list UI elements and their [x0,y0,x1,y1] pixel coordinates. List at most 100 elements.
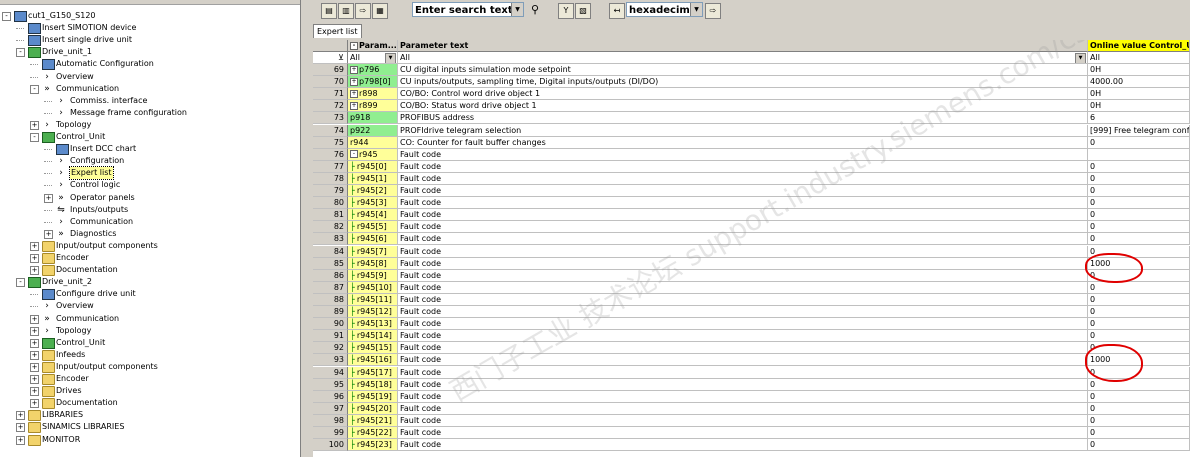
param-number-cell[interactable]: ├ r945[13] [348,318,398,331]
table-row[interactable]: 86 ├ r945[9] Fault code 0 [313,269,1190,282]
online-value-cell[interactable]: 0 [1088,366,1190,379]
param-number-cell[interactable]: ├ r945[15] [348,342,398,355]
online-value-cell[interactable]: 0 [1088,427,1190,439]
param-number-cell[interactable]: ├ r945[21] [348,414,398,427]
tree-node[interactable]: + Encoder [0,373,298,385]
value-filter[interactable]: All [1088,52,1190,64]
param-filter[interactable]: All ▼ [348,52,398,64]
online-value-cell[interactable]: 4000.00 [1088,76,1190,89]
table-row[interactable]: 78 ├ r945[1] Fault code 0 [313,172,1190,185]
online-value-cell[interactable]: 0 [1088,439,1190,452]
online-value-cell[interactable]: 0H [1088,88,1190,101]
online-value-cell[interactable]: 6 [1088,112,1190,125]
table-row[interactable]: 82 ├ r945[5] Fault code 0 [313,221,1190,234]
expand-icon[interactable]: + [30,254,39,263]
online-value-cell[interactable]: 0 [1088,342,1190,355]
tree-node[interactable]: - Drive_unit_1 [0,46,298,59]
number-format-icon[interactable]: ▧ [575,3,591,19]
table-row[interactable]: 80 ├ r945[3] Fault code 0 [313,197,1190,210]
online-value-cell[interactable]: 0 [1088,306,1190,318]
table-row[interactable]: 98 ├ r945[21] Fault code 0 [313,414,1190,427]
tree-node[interactable]: + LIBRARIES [0,409,298,422]
chevron-down-icon[interactable]: ▼ [1075,53,1086,63]
online-value-cell[interactable]: 0 [1088,221,1190,234]
param-number-cell[interactable]: ├ r945[5] [348,221,398,234]
tree-node[interactable]: › Control logic [0,179,298,191]
table-row[interactable]: 95 ├ r945[18] Fault code 0 [313,378,1190,391]
param-number-cell[interactable]: p918 [348,112,398,125]
text-column-header[interactable]: Parameter text [398,40,1088,52]
param-number-cell[interactable]: - r945 [348,148,398,161]
table-row[interactable]: 73 p918 PROFIBUS address 6 [313,112,1190,125]
tree-node[interactable]: + Input/output components [0,361,298,373]
param-number-cell[interactable]: + r898 [348,88,398,101]
table-row[interactable]: 89 ├ r945[12] Fault code 0 [313,306,1190,318]
apply-format-icon[interactable]: ⇨ [705,3,721,19]
param-number-cell[interactable]: ├ r945[10] [348,281,398,294]
chevron-down-icon[interactable]: ▼ [511,3,523,16]
table-row[interactable]: 70 + p798[0] CU inputs/outputs, sampling ti… [313,76,1190,89]
online-value-cell[interactable]: 0 [1088,414,1190,427]
tree-node[interactable]: Configure drive unit [0,288,298,301]
collapse-icon[interactable]: - [30,133,39,142]
table-row[interactable]: 74 p922 PROFIdrive telegram selection [999]… [313,124,1190,137]
chevron-down-icon[interactable]: ▼ [385,53,396,63]
tree-node[interactable]: › Expert list [0,166,298,181]
tree-node[interactable]: + Documentation [0,264,298,277]
expand-icon[interactable]: + [350,101,358,110]
expand-icon[interactable]: + [30,241,39,251]
table-row[interactable]: 99 ├ r945[22] Fault code 0 [313,427,1190,439]
param-number-cell[interactable]: ├ r945[3] [348,197,398,210]
param-number-cell[interactable]: r944 [348,136,398,149]
online-value-cell[interactable]: 0 [1088,293,1190,306]
table-row[interactable]: 94 ├ r945[17] Fault code 0 [313,366,1190,379]
tree-node[interactable]: + › Topology [0,119,298,131]
param-number-cell[interactable]: ├ r945[7] [348,245,398,258]
tree-node[interactable]: - cut1_G150_S120 [0,10,298,22]
online-value-cell[interactable]: 1000 [1088,257,1190,270]
table-row[interactable]: 83 ├ r945[6] Fault code 0 [313,233,1190,246]
tree-node[interactable]: › Configuration [0,155,298,167]
table-row[interactable]: 75 r944 CO: Counter for fault buffer chang… [313,136,1190,149]
expand-icon[interactable]: + [16,423,25,433]
table-row[interactable]: 77 ├ r945[0] Fault code 0 [313,160,1190,173]
online-value-cell[interactable]: 0 [1088,160,1190,173]
collapse-icon[interactable]: - [2,12,11,21]
table-row[interactable]: 84 ├ r945[7] Fault code 0 [313,245,1190,258]
param-number-cell[interactable]: + r899 [348,100,398,113]
tab-expert-list[interactable]: Expert list [313,24,362,38]
table-row[interactable]: 87 ├ r945[10] Fault code 0 [313,281,1190,294]
online-value-cell[interactable]: 0 [1088,318,1190,331]
online-value-cell[interactable]: 0 [1088,197,1190,210]
tree-node[interactable]: + Encoder [0,252,298,264]
param-number-cell[interactable]: ├ r945[20] [348,402,398,415]
tree-node[interactable]: + » Communication [0,313,298,325]
param-number-cell[interactable]: ├ r945[18] [348,378,398,391]
tree-node[interactable]: + Infeeds [0,349,298,361]
expand-icon[interactable]: + [350,77,358,86]
param-number-cell[interactable]: ├ r945[17] [348,366,398,379]
expand-icon[interactable]: + [30,338,39,348]
table-row[interactable]: 93 ├ r945[16] Fault code 1000 [313,354,1190,367]
param-number-cell[interactable]: ├ r945[6] [348,233,398,246]
table-row[interactable]: 76- r945 Fault code [313,148,1190,161]
expand-icon[interactable]: + [30,399,39,409]
expand-icon[interactable]: + [30,375,39,384]
expand-icon[interactable]: + [30,350,39,360]
tree-scrollbar[interactable] [0,0,300,5]
compare-icon[interactable]: ▦ [372,3,388,19]
expand-icon[interactable]: + [44,193,53,203]
tree-node[interactable]: + SINAMICS LIBRARIES [0,421,298,434]
online-value-cell[interactable]: 0H [1088,100,1190,113]
online-value-cell[interactable]: 0 [1088,172,1190,185]
param-number-cell[interactable]: ├ r945[8] [348,257,398,270]
collapse-icon[interactable]: - [30,84,39,94]
tree-node[interactable]: + Input/output components [0,240,298,252]
export-icon[interactable]: ⇨ [355,3,371,19]
tree-node[interactable]: › Message frame configuration [0,107,298,119]
online-value-cell[interactable]: 0 [1088,330,1190,343]
tree-node[interactable]: › Communication [0,216,298,228]
tree-node[interactable]: + Control_Unit [0,337,298,349]
param-number-cell[interactable]: ├ r945[22] [348,427,398,439]
expand-icon[interactable]: + [30,314,39,324]
